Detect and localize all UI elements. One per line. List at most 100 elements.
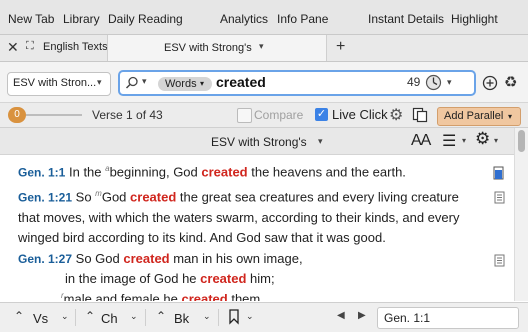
chevron-down-icon[interactable]: ▾ <box>462 136 466 145</box>
verse-position: Verse 1 of 43 <box>92 108 163 122</box>
verse-text: beginning, God <box>109 164 202 180</box>
divider <box>218 309 219 326</box>
add-circle-icon[interactable] <box>482 75 498 91</box>
book-nav-label[interactable]: Bk <box>174 311 189 326</box>
chapter-nav-label[interactable]: Ch <box>101 311 118 326</box>
add-parallel-label: Add Parallel <box>444 110 504 122</box>
verse-text: them. <box>227 291 264 301</box>
verse-text: In the <box>68 164 106 180</box>
tab-label: ESV with Strong's <box>164 42 252 54</box>
scrollbar-thumb[interactable] <box>518 130 525 152</box>
search-hit[interactable]: created <box>201 164 247 179</box>
chevron-up-icon[interactable]: ⌃ <box>85 309 95 323</box>
verse-text: God <box>101 189 131 205</box>
position-counter-badge[interactable]: 0 <box>8 107 26 123</box>
chevron-up-icon[interactable]: ⌃ <box>156 309 166 323</box>
chevron-down-icon[interactable]: ▾ <box>318 136 323 147</box>
reference-value: Gen. 1:1 <box>384 311 431 325</box>
search-hit[interactable]: created <box>181 291 227 301</box>
reference-input[interactable]: Gen. 1:1 <box>377 307 519 329</box>
expand-icon[interactable]: ⛶ <box>26 40 34 53</box>
resource-title[interactable]: ESV with Strong's <box>211 135 307 149</box>
menu-library[interactable]: Library <box>63 12 100 26</box>
search-hit[interactable]: created <box>123 251 169 266</box>
previous-arrow-icon[interactable]: ◀ <box>337 310 345 321</box>
search-hit[interactable]: created <box>130 189 176 204</box>
search-mode-pill[interactable]: Words ▾ <box>158 77 212 91</box>
search-toolbar: ESV with Stron... ▾ ▾ Words ▾ created 49… <box>0 62 528 103</box>
chevron-up-icon[interactable]: ⌃ <box>14 309 24 323</box>
tab-esv-strongs[interactable]: ESV with Strong's ▾ <box>107 35 327 61</box>
note-icon[interactable] <box>494 191 506 205</box>
font-size-button[interactable]: AA <box>411 132 431 150</box>
verse-text: man in his own image, <box>169 251 303 266</box>
gear-icon[interactable]: ⚙ <box>389 105 403 125</box>
verse-line: winged bird according to its kind. And G… <box>18 230 386 245</box>
recycle-icon[interactable]: ♻ <box>504 73 517 91</box>
search-mode-label: Words <box>165 78 197 90</box>
settings-gear-icon[interactable]: ⚙ <box>475 129 490 149</box>
verse-text: the great sea creatures and every living… <box>176 189 459 205</box>
verse-text: So God <box>75 251 124 266</box>
verse-reference[interactable]: Gen. 1:27 <box>18 252 72 266</box>
search-icon[interactable] <box>125 76 139 90</box>
search-input[interactable]: created <box>216 74 266 90</box>
divider <box>145 309 146 326</box>
add-parallel-button[interactable]: Add Parallel ▾ <box>437 107 521 126</box>
live-click-label: Live Click <box>332 107 388 122</box>
resource-select-value: ESV with Stron... <box>13 77 97 89</box>
resource-header: ESV with Strong's ▾ AA ☰ ▾ ⚙ ▾ <box>0 128 514 155</box>
chevron-down-icon[interactable]: ⌄ <box>203 311 211 322</box>
close-icon[interactable]: ✕ <box>7 39 19 56</box>
bottom-navigation: ⌃ Vs ⌄ ⌃ Ch ⌄ ⌃ Bk ⌄ ⌄ ◀ ▶ Gen. 1:1 <box>0 302 528 332</box>
tab-english-texts[interactable]: English Texts <box>43 41 108 53</box>
compare-checkbox[interactable] <box>237 108 252 123</box>
menu-analytics[interactable]: Analytics <box>220 12 268 26</box>
add-tab-button[interactable]: + <box>336 38 345 56</box>
resource-select[interactable]: ESV with Stron... ▾ <box>7 72 111 96</box>
verse-text: male and female he <box>63 291 182 301</box>
chevron-down-icon: ▾ <box>200 79 205 88</box>
position-slider-track[interactable] <box>26 114 82 116</box>
poetry-line: rmale and female he created them. <box>61 291 264 301</box>
list-format-icon[interactable]: ☰ <box>442 131 456 151</box>
chevron-down-icon: ▾ <box>508 112 513 121</box>
chevron-down-icon[interactable]: ▾ <box>494 136 498 145</box>
tab-bar: ✕ ⛶ English Texts ESV with Strong's ▾ + <box>0 35 528 62</box>
hit-count: 49 <box>407 75 421 89</box>
menu-daily-reading[interactable]: Daily Reading <box>108 12 183 26</box>
chevron-down-icon[interactable]: ▾ <box>447 77 452 88</box>
search-options-chevron-icon[interactable]: ▾ <box>142 76 147 87</box>
verse-nav-label[interactable]: Vs <box>33 311 48 326</box>
menu-new-tab[interactable]: New Tab <box>8 12 54 26</box>
copy-icon[interactable] <box>412 107 428 123</box>
verse-text: the heavens and the earth. <box>247 164 406 180</box>
chevron-down-icon[interactable]: ⌄ <box>130 311 138 322</box>
verse-reference[interactable]: Gen. 1:1 <box>18 165 65 179</box>
menu-highlight[interactable]: Highlight <box>451 12 498 26</box>
menu-info-pane[interactable]: Info Pane <box>277 12 328 26</box>
menu-instant-details[interactable]: Instant Details <box>368 12 444 26</box>
verse-text: him; <box>246 271 275 286</box>
bookmark-icon[interactable] <box>228 309 240 325</box>
verse-gen-1-1: Gen. 1:1 In the abeginning, God created … <box>18 164 406 179</box>
compare-label: Compare <box>254 108 304 122</box>
live-click-checkbox[interactable]: ✓ <box>315 108 328 121</box>
search-hit[interactable]: created <box>200 271 246 286</box>
chevron-down-icon[interactable]: ▾ <box>259 41 264 52</box>
search-field[interactable]: ▾ Words ▾ created 49 ▾ <box>118 70 476 96</box>
verse-gen-1-21: Gen. 1:21 So mGod created the great sea … <box>18 189 459 204</box>
chevron-down-icon[interactable]: ⌄ <box>246 311 254 322</box>
next-arrow-icon[interactable]: ▶ <box>358 310 366 321</box>
verse-line: that moves, with which the waters swarm,… <box>18 210 460 225</box>
chevron-down-icon[interactable]: ⌄ <box>61 311 69 322</box>
footnote-marker[interactable]: m <box>95 189 102 198</box>
vertical-scrollbar[interactable] <box>514 128 528 301</box>
history-clock-icon[interactable] <box>425 74 442 91</box>
verse-reference[interactable]: Gen. 1:21 <box>18 190 72 204</box>
verse-gen-1-27: Gen. 1:27 So God created man in his own … <box>18 251 303 266</box>
navigation-subbar: 0 Verse 1 of 43 Compare ✓ Live Click ⚙ A… <box>0 103 528 128</box>
note-icon[interactable] <box>494 254 506 268</box>
note-bookmark-icon[interactable] <box>492 166 506 182</box>
menu-bar: New Tab Library Daily Reading Analytics … <box>0 0 528 35</box>
